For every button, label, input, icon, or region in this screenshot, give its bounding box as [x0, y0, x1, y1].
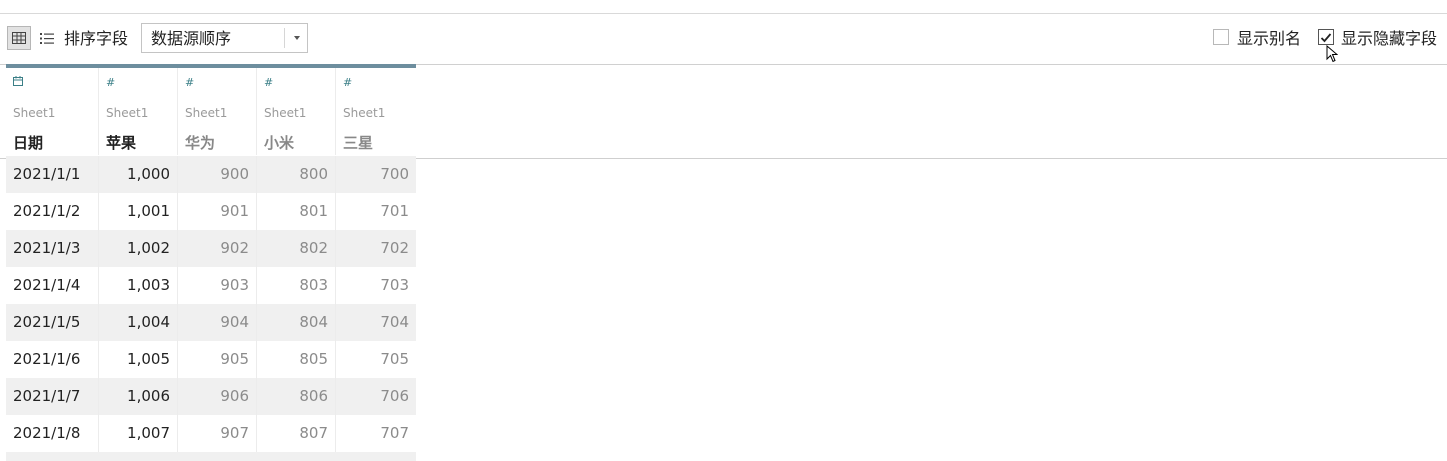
table-cell: 802	[257, 230, 336, 267]
show-alias-label[interactable]: 显示别名	[1237, 29, 1301, 49]
table-cell: 904	[178, 304, 257, 341]
table-cell: 806	[257, 378, 336, 415]
table-cell: 803	[257, 267, 336, 304]
table-cell: 1,007	[99, 415, 178, 452]
table-cell: 1,006	[99, 378, 178, 415]
column-source: Sheet1	[13, 106, 56, 120]
table-cell: 902	[178, 230, 257, 267]
table-row: 2021/1/4 1,003 903 803 703	[6, 267, 416, 304]
table-cell: 805	[257, 341, 336, 378]
table-cell: 2021/1/3	[6, 230, 99, 267]
table-cell: 1,005	[99, 341, 178, 378]
column-source: Sheet1	[343, 106, 386, 120]
table-row: 2021/1/3 1,002 902 802 702	[6, 230, 416, 267]
list-icon	[40, 29, 54, 48]
grid-header: Sheet1 日期 # Sheet1 苹果 # Sheet1 华为 # Shee…	[0, 64, 1447, 159]
table-cell: 2021/1/6	[6, 341, 99, 378]
column-source: Sheet1	[264, 106, 307, 120]
number-icon: #	[185, 76, 195, 89]
column-source: Sheet1	[106, 106, 149, 120]
column-source: Sheet1	[185, 106, 228, 120]
number-icon: #	[264, 76, 274, 89]
table-cell: 2021/1/8	[6, 415, 99, 452]
table-cell: 2021/1/1	[6, 156, 99, 193]
table-cell: 906	[178, 378, 257, 415]
table-cell: 2021/1/4	[6, 267, 99, 304]
table-cell: 907	[178, 415, 257, 452]
toolbar: 排序字段 数据源顺序 显示别名 显示隐藏字段	[0, 14, 1447, 64]
table-cell: 2021/1/2	[6, 193, 99, 230]
sort-field-select[interactable]: 数据源顺序	[141, 23, 308, 53]
show-alias-checkbox[interactable]	[1213, 29, 1229, 45]
table-cell: 905	[178, 341, 257, 378]
table-cell: 804	[257, 304, 336, 341]
column-name: 小米	[264, 134, 295, 152]
table-cell: 700	[380, 165, 409, 183]
table-row: 2021/1/6 1,005 905 805 705	[6, 341, 416, 378]
column-name: 三星	[343, 134, 374, 152]
sort-field-value: 数据源顺序	[151, 29, 232, 48]
column-header-huawei[interactable]: # Sheet1 华为	[178, 68, 257, 155]
table-cell: 807	[257, 415, 336, 452]
table-cell: 1,000	[99, 156, 178, 193]
column-header-date[interactable]: Sheet1 日期	[6, 68, 99, 155]
number-icon: #	[106, 76, 116, 89]
table-cell: 2021/1/5	[6, 304, 99, 341]
checkmark-icon	[1320, 33, 1332, 43]
table-cell: 706	[380, 387, 409, 405]
table-cell: 2021/1/7	[6, 378, 99, 415]
table-row: 2021/1/7 1,006 906 806 706	[6, 378, 416, 415]
show-hidden-fields-label[interactable]: 显示隐藏字段	[1341, 29, 1437, 49]
table-cell: 903	[178, 267, 257, 304]
chevron-down-icon	[294, 36, 300, 40]
table-row: 2021/1/2 1,001 901 801 701	[6, 193, 416, 230]
column-name: 华为	[185, 134, 216, 152]
table-cell: 1,003	[99, 267, 178, 304]
column-name: 苹果	[106, 134, 137, 152]
table-cell: 1,004	[99, 304, 178, 341]
column-header-xiaomi[interactable]: # Sheet1 小米	[257, 68, 336, 155]
show-hidden-fields-checkbox[interactable]	[1318, 29, 1334, 45]
table-cell: 705	[380, 350, 409, 368]
table-cell: 800	[257, 156, 336, 193]
table-cell: 702	[380, 239, 409, 257]
table-row-partial	[6, 452, 416, 461]
table-cell: 900	[178, 156, 257, 193]
table-cell: 1,001	[99, 193, 178, 230]
column-header-apple[interactable]: # Sheet1 苹果	[99, 68, 178, 155]
list-view-button[interactable]	[37, 26, 57, 50]
column-name: 日期	[13, 134, 44, 152]
select-divider	[284, 28, 285, 48]
table-row: 2021/1/8 1,007 907 807 707	[6, 415, 416, 452]
table-row: 2021/1/5 1,004 904 804 704	[6, 304, 416, 341]
table-row: 2021/1/1 1,000 900 800 700	[6, 156, 416, 193]
table-cell: 707	[380, 424, 409, 442]
grid-icon	[12, 29, 26, 48]
grid-view-button[interactable]	[7, 26, 31, 50]
table-cell: 703	[380, 276, 409, 294]
sort-field-label: 排序字段	[64, 29, 129, 48]
calendar-icon	[13, 76, 23, 89]
table-cell: 1,002	[99, 230, 178, 267]
table-cell: 901	[178, 193, 257, 230]
number-icon: #	[343, 76, 353, 89]
table-cell: 704	[380, 313, 409, 331]
table-cell: 801	[257, 193, 336, 230]
column-header-samsung[interactable]: # Sheet1 三星	[336, 68, 416, 155]
table-cell: 701	[380, 202, 409, 220]
